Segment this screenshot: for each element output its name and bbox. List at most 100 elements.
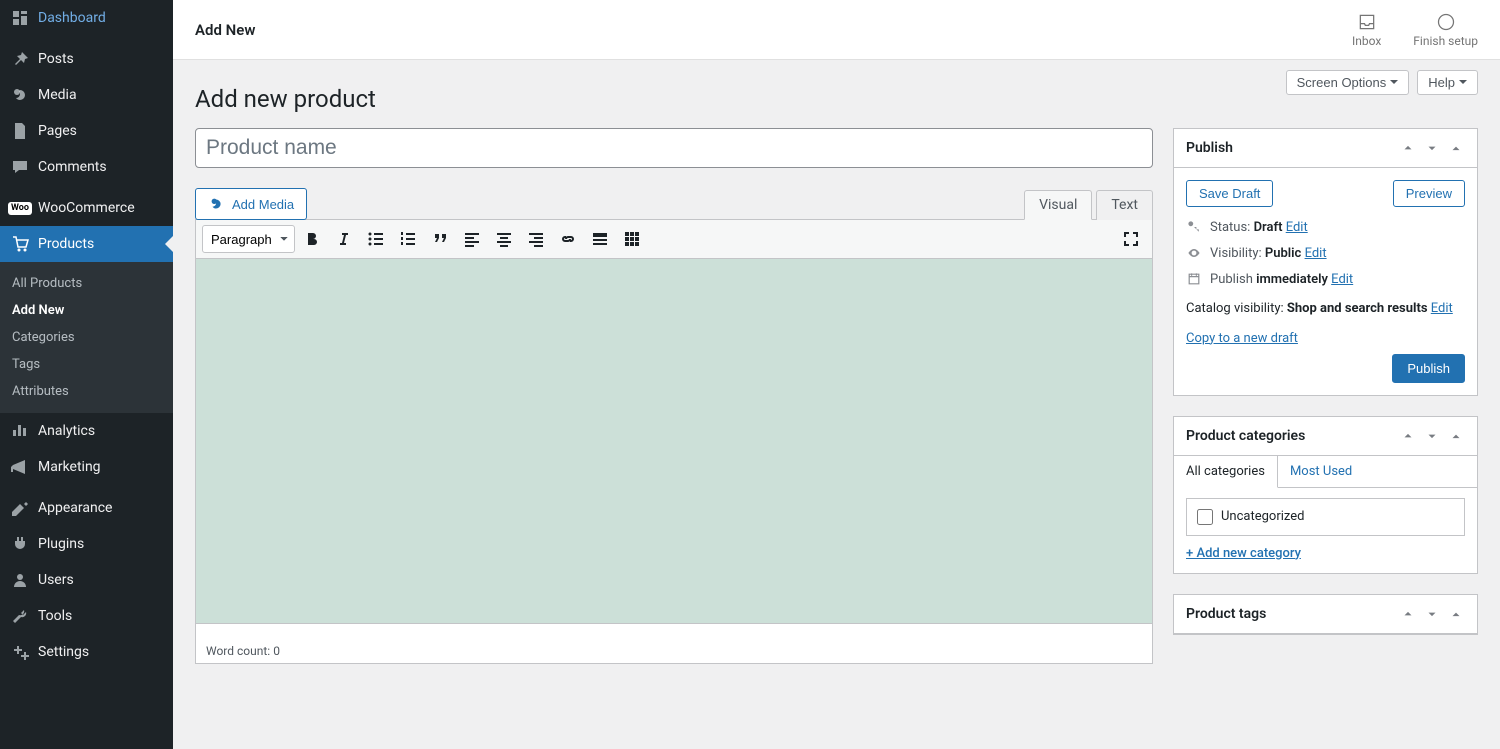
move-down-icon[interactable] xyxy=(1423,427,1441,445)
link-button[interactable] xyxy=(553,224,583,254)
move-down-icon[interactable] xyxy=(1423,139,1441,157)
product-name-input[interactable] xyxy=(195,128,1153,168)
move-down-icon[interactable] xyxy=(1423,605,1441,623)
menu-label: Analytics xyxy=(38,423,95,439)
menu-woocommerce[interactable]: Woo WooCommerce xyxy=(0,190,173,226)
edit-publish-link[interactable]: Edit xyxy=(1331,272,1353,287)
menu-comments[interactable]: Comments xyxy=(0,149,173,185)
align-right-button[interactable] xyxy=(521,224,551,254)
menu-label: Plugins xyxy=(38,536,84,552)
appearance-icon xyxy=(10,498,30,518)
format-select[interactable]: Paragraph xyxy=(202,225,295,253)
menu-analytics[interactable]: Analytics xyxy=(0,413,173,449)
category-uncategorized[interactable]: Uncategorized xyxy=(1197,509,1454,525)
menu-posts[interactable]: Posts xyxy=(0,41,173,77)
submenu-attributes[interactable]: Attributes xyxy=(0,378,173,405)
bullet-list-button[interactable] xyxy=(361,224,391,254)
main-area: Add New Inbox Finish setup Screen Option… xyxy=(173,0,1500,684)
edit-visibility-link[interactable]: Edit xyxy=(1305,246,1327,261)
submenu-all-products[interactable]: All Products xyxy=(0,270,173,297)
inbox-button[interactable]: Inbox xyxy=(1352,12,1381,48)
add-media-button[interactable]: Add Media xyxy=(195,188,307,220)
category-checkbox[interactable] xyxy=(1197,509,1213,525)
align-left-button[interactable] xyxy=(457,224,487,254)
menu-label: Appearance xyxy=(38,500,112,516)
menu-dashboard[interactable]: Dashboard xyxy=(0,0,173,36)
menu-plugins[interactable]: Plugins xyxy=(0,526,173,562)
visibility-label: Visibility: xyxy=(1210,246,1262,261)
status-value: Draft xyxy=(1254,220,1283,235)
inbox-icon xyxy=(1357,12,1377,32)
menu-label: Settings xyxy=(38,644,89,660)
help-button[interactable]: Help xyxy=(1417,70,1478,95)
submenu-categories[interactable]: Categories xyxy=(0,324,173,351)
edit-status-link[interactable]: Edit xyxy=(1286,220,1308,235)
menu-label: Dashboard xyxy=(38,10,106,26)
menu-appearance[interactable]: Appearance xyxy=(0,490,173,526)
tab-most-used[interactable]: Most Used xyxy=(1278,456,1364,487)
quote-button[interactable] xyxy=(425,224,455,254)
edit-catalog-link[interactable]: Edit xyxy=(1431,301,1453,316)
tab-all-categories[interactable]: All categories xyxy=(1174,456,1278,488)
align-center-button[interactable] xyxy=(489,224,519,254)
number-list-button[interactable] xyxy=(393,224,423,254)
copy-draft-link[interactable]: Copy to a new draft xyxy=(1186,331,1298,346)
chevron-down-icon xyxy=(1390,80,1398,88)
editor-statusbar: Word count: 0 xyxy=(195,624,1153,664)
fullscreen-button[interactable] xyxy=(1116,224,1146,254)
inbox-label: Inbox xyxy=(1352,34,1381,48)
add-new-category-link[interactable]: + Add new category xyxy=(1186,546,1301,561)
submenu-tags[interactable]: Tags xyxy=(0,351,173,378)
toolbar-toggle-button[interactable] xyxy=(617,224,647,254)
status-label: Status: xyxy=(1210,220,1250,235)
menu-marketing[interactable]: Marketing xyxy=(0,449,173,485)
menu-tools[interactable]: Tools xyxy=(0,598,173,634)
publish-label: Publish xyxy=(1210,272,1253,287)
visibility-value: Public xyxy=(1265,246,1301,261)
topbar: Add New Inbox Finish setup xyxy=(173,0,1500,60)
move-up-icon[interactable] xyxy=(1399,605,1417,623)
menu-label: Products xyxy=(38,236,94,252)
menu-label: Pages xyxy=(38,123,77,139)
toggle-panel-icon[interactable] xyxy=(1447,427,1465,445)
menu-media[interactable]: Media xyxy=(0,77,173,113)
categories-metabox: Product categories All categories Most U… xyxy=(1173,416,1478,574)
circle-icon xyxy=(1436,12,1456,32)
editor-tab-visual[interactable]: Visual xyxy=(1024,190,1092,220)
products-icon xyxy=(10,234,30,254)
menu-label: Users xyxy=(38,572,74,588)
catalog-value: Shop and search results xyxy=(1287,301,1428,316)
save-draft-button[interactable]: Save Draft xyxy=(1186,180,1273,207)
add-media-label: Add Media xyxy=(232,197,294,212)
settings-icon xyxy=(10,642,30,662)
screen-options-button[interactable]: Screen Options xyxy=(1286,70,1410,95)
menu-products[interactable]: Products xyxy=(0,226,173,262)
editor-tab-text[interactable]: Text xyxy=(1096,190,1153,220)
tools-icon xyxy=(10,606,30,626)
word-count-value: 0 xyxy=(273,644,280,658)
menu-label: Posts xyxy=(38,51,74,67)
finish-setup-label: Finish setup xyxy=(1413,34,1478,48)
menu-label: Tools xyxy=(38,608,72,624)
read-more-button[interactable] xyxy=(585,224,615,254)
marketing-icon xyxy=(10,457,30,477)
menu-settings[interactable]: Settings xyxy=(0,634,173,670)
move-up-icon[interactable] xyxy=(1399,427,1417,445)
italic-button[interactable] xyxy=(329,224,359,254)
finish-setup-button[interactable]: Finish setup xyxy=(1413,12,1478,48)
move-up-icon[interactable] xyxy=(1399,139,1417,157)
pages-icon xyxy=(10,121,30,141)
publish-button[interactable]: Publish xyxy=(1392,354,1465,383)
preview-button[interactable]: Preview xyxy=(1393,180,1465,207)
plugins-icon xyxy=(10,534,30,554)
menu-pages[interactable]: Pages xyxy=(0,113,173,149)
media-icon xyxy=(10,85,30,105)
submenu-add-new[interactable]: Add New xyxy=(0,297,173,324)
toggle-panel-icon[interactable] xyxy=(1447,139,1465,157)
bold-button[interactable] xyxy=(297,224,327,254)
editor-content[interactable] xyxy=(195,259,1153,624)
woo-icon: Woo xyxy=(10,198,30,218)
toggle-panel-icon[interactable] xyxy=(1447,605,1465,623)
tags-title: Product tags xyxy=(1186,606,1266,622)
menu-users[interactable]: Users xyxy=(0,562,173,598)
